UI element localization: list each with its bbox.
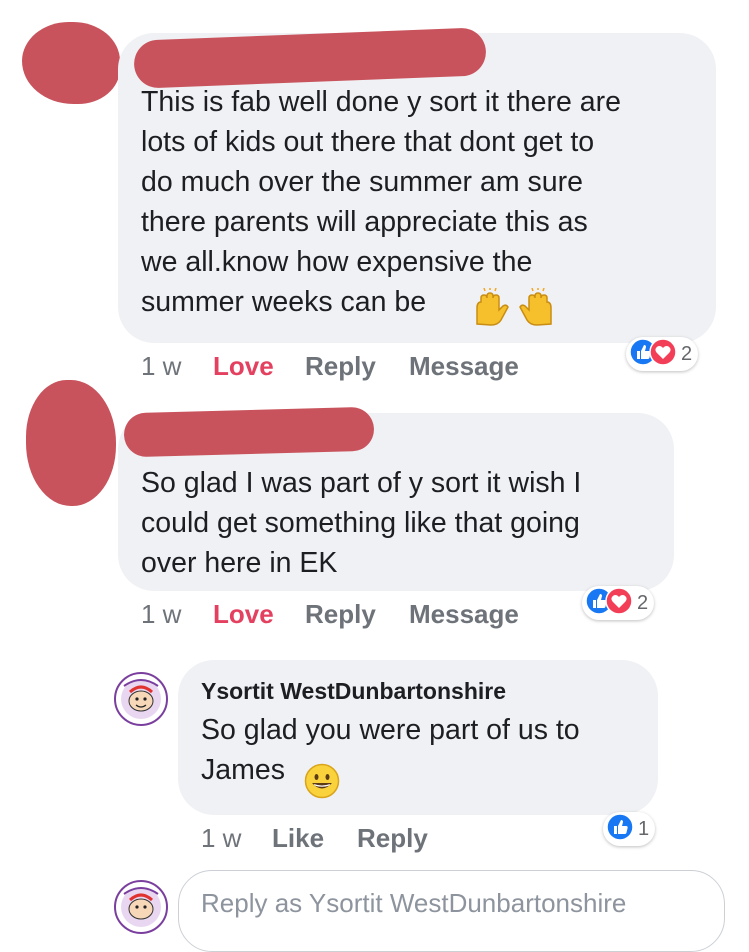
grinning-face-icon (304, 763, 340, 804)
author-name-redacted (123, 406, 375, 458)
reaction-count: 2 (637, 591, 649, 614)
reaction-summary[interactable]: 2 (626, 337, 699, 371)
love-reaction-button[interactable]: Love (213, 351, 274, 382)
reply-author-name[interactable]: Ysortit WestDunbartonshire (201, 678, 506, 705)
love-reaction-icon (605, 586, 633, 620)
love-reaction-button[interactable]: Love (213, 599, 274, 630)
message-button[interactable]: Message (409, 599, 519, 630)
raised-hands-icon (471, 287, 557, 333)
page-avatar-logo[interactable] (114, 672, 168, 731)
comment-text: This is fab well done y sort it there ar… (141, 86, 621, 318)
comment-time: 1 w (141, 351, 182, 381)
reaction-summary[interactable]: 2 (582, 586, 655, 620)
message-button[interactable]: Message (409, 351, 519, 382)
avatar-redacted (22, 22, 120, 104)
reply-button[interactable]: Reply (305, 351, 376, 382)
like-reaction-icon (606, 812, 634, 846)
reply-button[interactable]: Reply (357, 823, 428, 854)
reply-button[interactable]: Reply (305, 599, 376, 630)
reply-composer-placeholder: Reply as Ysortit WestDunbartonshire (201, 888, 627, 918)
reaction-count: 1 (638, 817, 650, 840)
reaction-summary[interactable]: 1 (603, 812, 656, 846)
comment-text: So glad I was part of y sort it wish I c… (141, 467, 582, 579)
love-reaction-icon (649, 337, 677, 371)
like-button[interactable]: Like (272, 823, 324, 854)
avatar-redacted (26, 380, 116, 506)
reply-time: 1 w (201, 823, 242, 853)
page-avatar-logo (114, 880, 168, 939)
reply-text: So glad you were part of us to James (201, 714, 580, 786)
comment-time: 1 w (141, 599, 182, 629)
reaction-count: 2 (681, 342, 693, 365)
